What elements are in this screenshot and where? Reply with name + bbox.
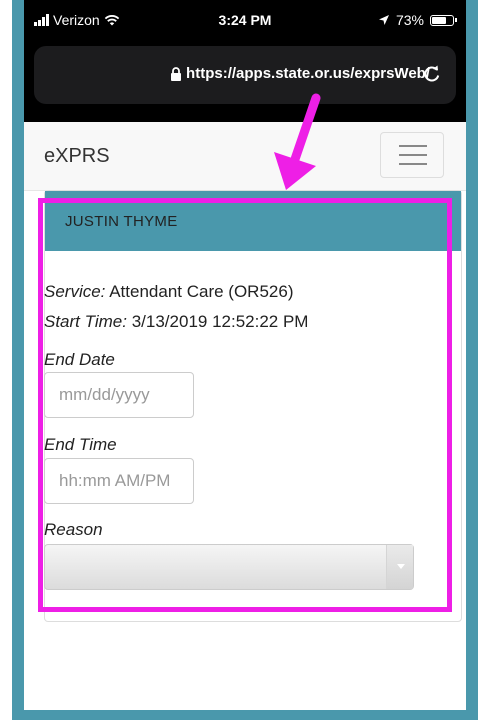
battery-icon	[430, 14, 457, 26]
status-right: 73%	[378, 12, 457, 28]
battery-percent: 73%	[395, 12, 424, 28]
url-bar[interactable]: https://apps.state.or.us/exprsWeb/	[34, 46, 456, 104]
brand-logo[interactable]: eXPRS	[44, 145, 110, 168]
navbar: eXPRS	[24, 122, 466, 191]
url-display[interactable]: https://apps.state.or.us/exprsWeb/	[34, 65, 430, 82]
menu-toggle-button[interactable]	[380, 132, 444, 178]
annotation-arrow-icon	[274, 93, 321, 190]
hamburger-line	[399, 154, 427, 156]
battery-fill	[432, 16, 446, 24]
reload-icon[interactable]	[422, 64, 442, 84]
page: Verizon 3:24 PM 73% https://apps.state.o…	[0, 0, 490, 720]
hamburger-icon	[399, 145, 427, 147]
browser-top-bar: Verizon 3:24 PM 73% https://apps.state.o…	[24, 0, 466, 122]
location-arrow-icon	[378, 15, 389, 25]
status-bar: Verizon 3:24 PM 73%	[24, 12, 466, 34]
url-text: https://apps.state.or.us/exprsWeb/	[186, 65, 430, 82]
annotation-highlight-box	[38, 198, 452, 612]
lock-icon	[171, 66, 182, 81]
hamburger-line	[399, 163, 427, 165]
